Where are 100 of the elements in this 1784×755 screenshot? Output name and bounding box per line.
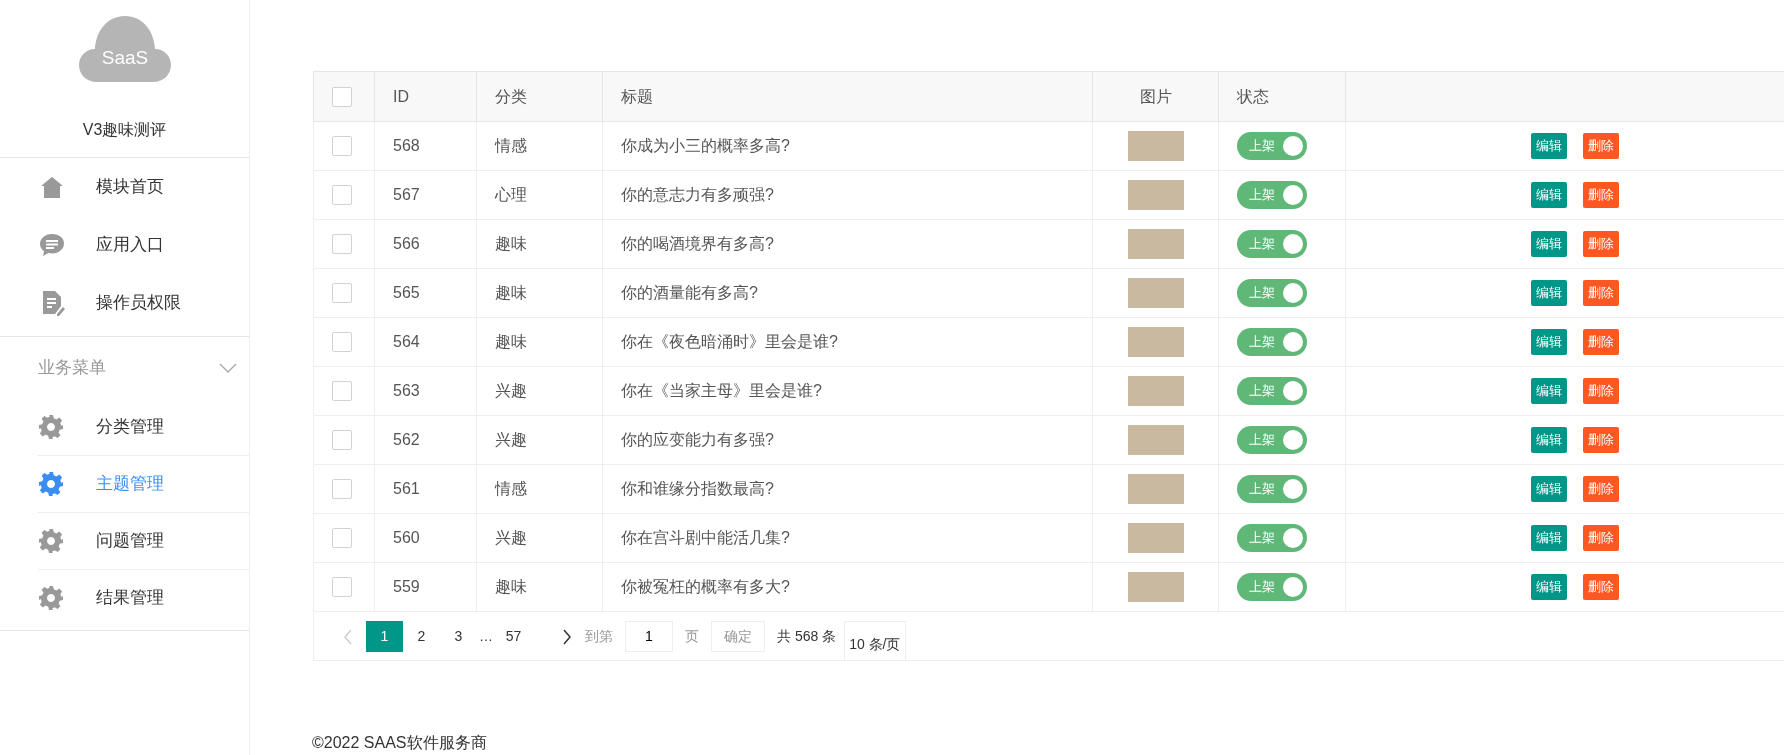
gear-icon	[38, 471, 64, 497]
edit-button[interactable]: 编辑	[1531, 525, 1567, 551]
confirm-button[interactable]: 确定	[711, 620, 765, 652]
column-header: ID	[393, 87, 409, 105]
photo-placeholder	[1127, 474, 1184, 504]
edit-button[interactable]: 编辑	[1531, 378, 1567, 404]
delete-button[interactable]: 删除	[1583, 280, 1619, 306]
table-cell: 你的意志力有多顽强?	[621, 186, 774, 203]
row-checkbox[interactable]	[332, 381, 352, 401]
cloud-logo: SaaS	[76, 14, 173, 82]
photo-placeholder	[1127, 278, 1184, 308]
page-size-select[interactable]: 10 条/页	[844, 620, 906, 661]
delete-button[interactable]: 删除	[1583, 182, 1619, 208]
row-checkbox[interactable]	[332, 332, 352, 352]
edit-button[interactable]: 编辑	[1531, 133, 1567, 159]
table-cell: 趣味	[495, 333, 527, 350]
delete-button[interactable]: 删除	[1583, 574, 1619, 600]
table-cell: 兴趣	[495, 382, 527, 399]
table-cell: 心理	[495, 186, 527, 203]
edit-button[interactable]: 编辑	[1531, 280, 1567, 306]
status-switch[interactable]: 上架	[1237, 426, 1307, 454]
delete-button[interactable]: 删除	[1583, 525, 1619, 551]
photo-placeholder	[1127, 180, 1184, 210]
status-switch[interactable]: 上架	[1237, 132, 1307, 160]
chevron-icon	[219, 363, 237, 373]
row-checkbox[interactable]	[332, 430, 352, 450]
edit-button[interactable]: 编辑	[1531, 476, 1567, 502]
delete-button[interactable]: 删除	[1583, 476, 1619, 502]
status-switch[interactable]: 上架	[1237, 573, 1307, 601]
table-cell: 兴趣	[495, 529, 527, 546]
table-cell: 趣味	[495, 578, 527, 595]
app-name: V3趣味测评	[82, 120, 167, 140]
status-switch[interactable]: 上架	[1237, 377, 1307, 405]
delete-button[interactable]: 删除	[1583, 133, 1619, 159]
photo-placeholder	[1127, 376, 1184, 406]
home-icon	[38, 173, 66, 201]
table-cell: 567	[393, 186, 420, 203]
page-button[interactable]: 2	[403, 620, 440, 652]
row-checkbox[interactable]	[332, 528, 352, 548]
sidebar-item[interactable]: 主题管理	[0, 456, 249, 512]
sidebar-item[interactable]: 应用入口	[0, 216, 249, 274]
photo-placeholder	[1127, 131, 1184, 161]
table-cell: 你在《当家主母》里会是谁?	[621, 382, 822, 399]
table-cell: 你成为小三的概率多高?	[621, 137, 790, 154]
table-cell: 兴趣	[495, 431, 527, 448]
column-header: 分类	[495, 87, 527, 105]
photo-placeholder	[1127, 229, 1184, 259]
table-cell: 560	[393, 529, 420, 546]
row-checkbox[interactable]	[332, 234, 352, 254]
gear-icon	[38, 585, 64, 611]
page-unit-label: 页	[685, 626, 699, 646]
status-switch[interactable]: 上架	[1237, 230, 1307, 258]
table-cell: 情感	[495, 137, 527, 154]
row-checkbox[interactable]	[332, 577, 352, 597]
status-switch[interactable]: 上架	[1237, 279, 1307, 307]
table-cell: 你的应变能力有多强?	[621, 431, 774, 448]
edit-button[interactable]: 编辑	[1531, 231, 1567, 257]
chat-bubble-icon	[38, 231, 66, 259]
edit-button[interactable]: 编辑	[1531, 329, 1567, 355]
ellipsis: …	[478, 626, 494, 646]
table-cell: 564	[393, 333, 420, 350]
page-button[interactable]: 3	[440, 620, 477, 652]
sidebar-item[interactable]: 模块首页	[0, 158, 249, 216]
sidebar-item[interactable]: 结果管理	[0, 570, 249, 626]
photo-placeholder	[1127, 425, 1184, 455]
page-number-field[interactable]: 1	[625, 620, 673, 652]
row-checkbox[interactable]	[332, 283, 352, 303]
status-switch[interactable]: 上架	[1237, 328, 1307, 356]
status-switch[interactable]: 上架	[1237, 181, 1307, 209]
row-checkbox[interactable]	[332, 479, 352, 499]
table-cell: 情感	[495, 480, 527, 497]
gear-icon	[38, 414, 64, 440]
sidebar-item[interactable]: 分类管理	[0, 399, 249, 455]
status-switch[interactable]: 上架	[1237, 475, 1307, 503]
page-button[interactable]: 57	[495, 620, 532, 652]
table-cell: 566	[393, 235, 420, 252]
table-cell: 568	[393, 137, 420, 154]
sidebar-item[interactable]: 问题管理	[0, 513, 249, 569]
sidebar-item[interactable]: 操作员权限	[0, 274, 249, 332]
edit-button[interactable]: 编辑	[1531, 182, 1567, 208]
delete-button[interactable]: 删除	[1583, 231, 1619, 257]
page-button[interactable]: 1	[366, 620, 403, 652]
goto-label: 到第	[585, 626, 613, 646]
table-cell: 你在宫斗剧中能活几集?	[621, 529, 790, 546]
table-cell: 趣味	[495, 284, 527, 301]
edit-button[interactable]: 编辑	[1531, 427, 1567, 453]
delete-button[interactable]: 删除	[1583, 329, 1619, 355]
table-cell: 561	[393, 480, 420, 497]
section-toggle[interactable]: 业务菜单	[0, 337, 249, 399]
edit-button[interactable]: 编辑	[1531, 574, 1567, 600]
delete-button[interactable]: 删除	[1583, 378, 1619, 404]
status-switch[interactable]: 上架	[1237, 524, 1307, 552]
select-all-checkbox[interactable]	[332, 86, 352, 107]
delete-button[interactable]: 删除	[1583, 427, 1619, 453]
table-cell: 你在《夜色暗涌时》里会是谁?	[621, 333, 838, 350]
row-checkbox[interactable]	[332, 136, 352, 156]
row-checkbox[interactable]	[332, 185, 352, 205]
gear-icon	[38, 528, 64, 554]
photo-placeholder	[1127, 523, 1184, 553]
column-header: 图片	[1139, 87, 1172, 105]
